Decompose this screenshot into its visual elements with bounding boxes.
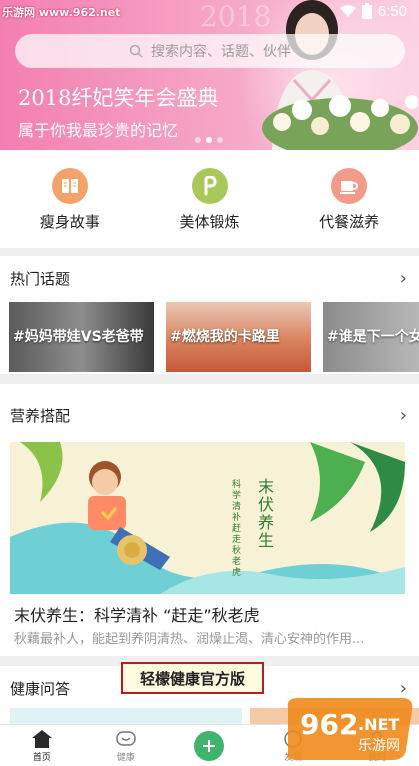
- search-input[interactable]: 搜索内容、话题、伙伴: [15, 34, 405, 68]
- carousel-dot-active[interactable]: [206, 137, 212, 143]
- svg-text:乐游网: 乐游网: [358, 738, 400, 754]
- carousel-dot[interactable]: [217, 137, 223, 143]
- flex-icon: [191, 168, 228, 204]
- home-icon: [31, 730, 52, 748]
- section-title: 健康问答: [10, 679, 71, 698]
- category-meal-replacement[interactable]: 代餐滋养: [279, 150, 419, 248]
- topic-card[interactable]: #妈妈带娃VS老爸带: [9, 302, 154, 372]
- wifi-icon: [339, 4, 356, 17]
- nav-label: 首页: [32, 753, 51, 763]
- carousel-dot[interactable]: [195, 137, 201, 143]
- banner-subtitle: 属于你我最珍贵的记忆: [18, 121, 179, 140]
- article-description: 秋藕最补人，能起到养阴清热、润燥止渴、清心安神的作用...: [14, 632, 365, 647]
- topic-label: #燃烧我的卡路里: [170, 329, 280, 345]
- svg-text:.NET: .NET: [358, 715, 399, 734]
- cover-vertical-subtitle: 科学清补 赶走秋老虎: [232, 480, 242, 578]
- nav-home[interactable]: 首页: [0, 725, 84, 766]
- category-body-exercise[interactable]: 美体锻炼: [140, 150, 280, 248]
- topic-carousel: #妈妈带娃VS老爸带 #燃烧我的卡路里 #谁是下一个女: [9, 302, 419, 372]
- category-row: 瘦身故事 美体锻炼 代餐滋养: [0, 150, 419, 248]
- chevron-right-icon[interactable]: ›: [400, 405, 407, 426]
- banner-flowers: [262, 95, 418, 150]
- status-bar: 乐游网 www.962.net 6:50: [0, 0, 419, 22]
- app-name-banner: 轻檬健康官方版: [121, 662, 264, 694]
- hot-topics-header[interactable]: 热门话题 ›: [0, 256, 419, 300]
- book-icon: [51, 168, 88, 204]
- topic-card[interactable]: #谁是下一个女: [323, 302, 419, 372]
- nav-label: 健康: [116, 753, 135, 763]
- section-title: 营养搭配: [10, 406, 71, 425]
- nutrition-section: 营养搭配 › 末伏养生 科学清补 赶走秋老虎 末伏养生：科学清补 “赶走”秋老虎…: [0, 384, 419, 656]
- search-icon: [129, 44, 143, 58]
- site-logo-watermark: 962 .NET 乐游网: [287, 698, 413, 760]
- category-label: 代餐滋养: [319, 213, 380, 231]
- nav-add[interactable]: [168, 725, 252, 766]
- hot-topics-section: 热门话题 › #妈妈带娃VS老爸带 #燃烧我的卡路里 #谁是下一个女: [0, 256, 419, 374]
- chevron-right-icon[interactable]: ›: [400, 268, 407, 289]
- cover-vertical-title: 末伏养生: [258, 477, 275, 550]
- cup-icon: [331, 168, 368, 204]
- article-title[interactable]: 末伏养生：科学清补 “赶走”秋老虎: [14, 602, 260, 626]
- category-label: 瘦身故事: [39, 213, 100, 231]
- plus-icon: [194, 731, 225, 761]
- section-title: 热门话题: [10, 269, 71, 288]
- site-watermark: 乐游网 www.962.net: [2, 6, 121, 19]
- search-placeholder: 搜索内容、话题、伙伴: [151, 44, 291, 60]
- topic-label: #妈妈带娃VS老爸带: [13, 329, 144, 345]
- hero-banner[interactable]: 2018 乐游网 www.962.net 6:50 搜索内容、话题、伙伴 201…: [0, 0, 419, 150]
- category-label: 美体锻炼: [179, 213, 240, 231]
- topic-label: #谁是下一个女: [327, 329, 419, 345]
- clock: 6:50: [377, 2, 407, 20]
- carousel-dots: [195, 137, 223, 143]
- status-icons: 6:50: [339, 1, 407, 21]
- nutrition-header[interactable]: 营养搭配 ›: [0, 384, 419, 446]
- battery-icon: [361, 3, 372, 19]
- category-slimming-stories[interactable]: 瘦身故事: [0, 150, 140, 248]
- chat-bubble-icon: [115, 731, 136, 746]
- svg-text:962: 962: [300, 708, 358, 741]
- nav-health[interactable]: 健康: [84, 725, 168, 766]
- article-cover-illustration: [10, 442, 405, 594]
- article-cover-image[interactable]: 末伏养生 科学清补 赶走秋老虎: [10, 442, 405, 594]
- banner-title: 2018纤妃笑年会盛典: [18, 86, 219, 110]
- topic-card[interactable]: #燃烧我的卡路里: [166, 302, 311, 372]
